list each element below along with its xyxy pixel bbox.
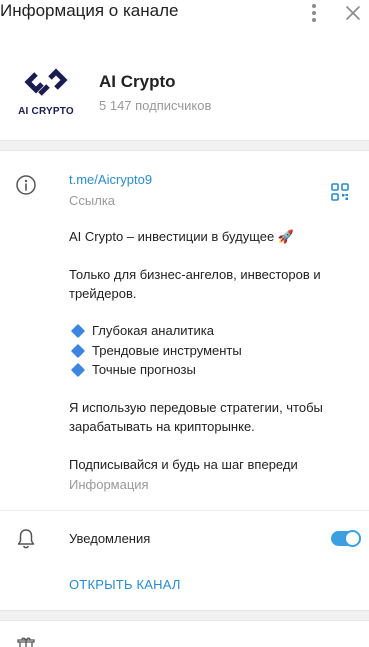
- divider: [0, 510, 369, 511]
- rocket-emoji: 🚀: [277, 229, 295, 244]
- blue-diamond-icon: [70, 343, 86, 359]
- blue-diamond-icon: [70, 362, 86, 378]
- subscriber-count: 5 147 подписчиков: [99, 98, 212, 113]
- bell-icon: [17, 529, 35, 549]
- info-icon: [16, 175, 36, 195]
- channel-link[interactable]: t.me/Aicrypto9: [69, 172, 152, 187]
- qr-code-icon[interactable]: [331, 183, 349, 201]
- header: Информация о канале: [0, 0, 369, 27]
- gift-icon: [17, 637, 35, 647]
- bullet-item: Глубокая аналитика: [69, 322, 214, 340]
- description-line: зарабатывать на крипторынке.: [69, 419, 255, 434]
- close-icon[interactable]: [342, 2, 364, 24]
- link-label: Ссылка: [69, 193, 116, 208]
- avatar[interactable]: AI CRYPTO: [14, 68, 78, 120]
- channel-profile: AI CRYPTO AI Crypto 5 147 подписчиков: [0, 40, 369, 140]
- description-line: Только для бизнес-ангелов, инвесторов и: [69, 267, 321, 282]
- notifications-label: Уведомления: [69, 531, 151, 546]
- bullet-item: Точные прогнозы: [69, 361, 196, 379]
- avatar-caption: AI CRYPTO: [18, 106, 74, 117]
- ai-crypto-logo-icon: [24, 68, 68, 96]
- description-line: Подписывайся и будь на шаг впереди: [69, 457, 298, 472]
- description-line: Я использую передовые стратегии, чтобы: [69, 400, 323, 415]
- more-vertical-icon[interactable]: [304, 2, 324, 24]
- blue-diamond-icon: [70, 323, 86, 339]
- open-channel-button[interactable]: ОТКРЫТЬ КАНАЛ: [69, 577, 181, 592]
- section-divider: [0, 140, 369, 151]
- description-line: AI Crypto – инвестиции в будущее 🚀: [69, 228, 294, 246]
- description-text: AI Crypto – инвестиции в будущее: [69, 229, 275, 244]
- section-divider: [0, 610, 369, 621]
- page-title: Информация о канале: [0, 1, 179, 20]
- about-label: Информация: [69, 477, 149, 492]
- channel-name: AI Crypto: [99, 72, 176, 91]
- description-line: трейдеров.: [69, 286, 137, 301]
- toggle-knob: [344, 530, 361, 547]
- notifications-toggle[interactable]: [331, 530, 361, 547]
- bullet-item: Трендовые инструменты: [69, 342, 242, 360]
